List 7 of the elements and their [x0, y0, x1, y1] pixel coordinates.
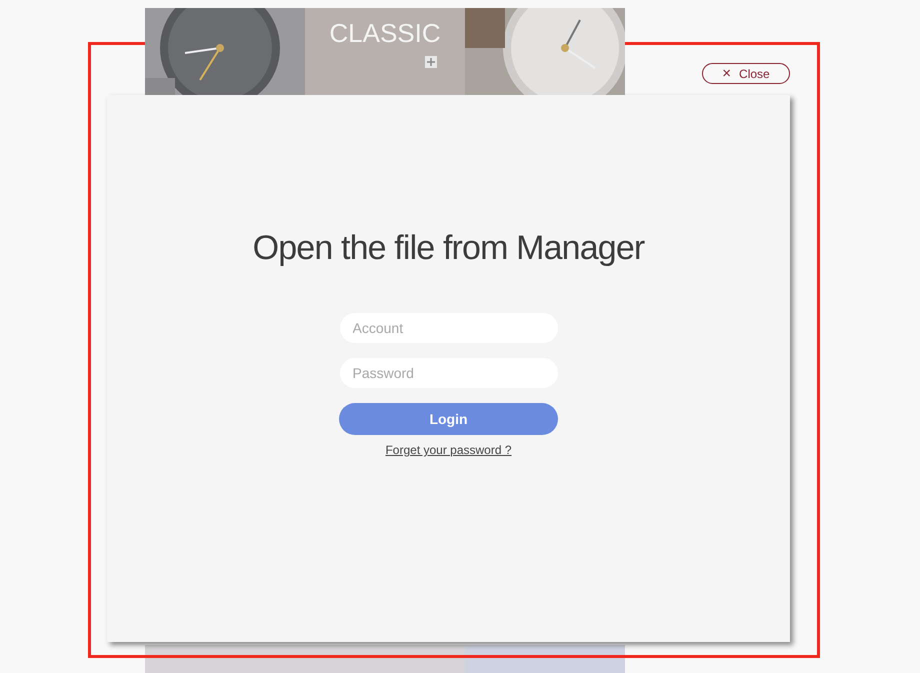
- password-field[interactable]: Password: [340, 358, 558, 388]
- plus-icon: [425, 56, 437, 68]
- forgot-password-link[interactable]: Forget your password ?: [385, 441, 512, 459]
- account-field[interactable]: Account: [340, 313, 558, 343]
- close-button[interactable]: × Close: [702, 63, 790, 84]
- banner-text: CLASSIC: [329, 20, 441, 46]
- dialog-title: Open the file from Manager: [252, 231, 644, 265]
